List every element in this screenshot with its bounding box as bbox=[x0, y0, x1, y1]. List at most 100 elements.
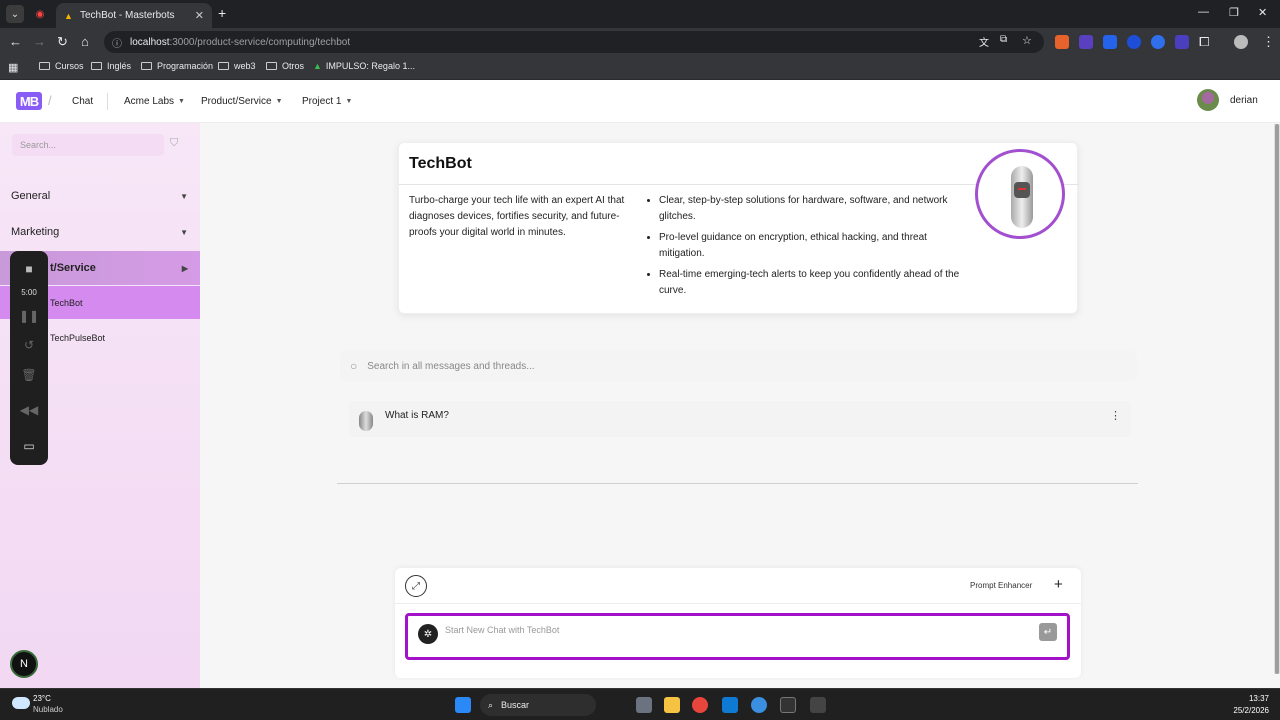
scrollbar-thumb[interactable] bbox=[1275, 124, 1279, 674]
add-icon[interactable]: + bbox=[1054, 576, 1063, 593]
tab-search-icon[interactable]: ⌄ bbox=[6, 5, 24, 23]
robot-eye bbox=[1018, 188, 1026, 190]
extension-icon[interactable] bbox=[1151, 35, 1165, 49]
bookmarks-bar: ▦ Cursos Inglés Programación web3 Otros … bbox=[0, 56, 1280, 80]
cloud-icon[interactable] bbox=[12, 697, 30, 709]
weather-condition[interactable]: Nublado bbox=[33, 705, 63, 714]
browser-tab[interactable]: ▲ TechBot - Masterbots ✕ bbox=[56, 3, 212, 28]
chat-composer: ⤢ Prompt Enhancer + ✲ Start New Chat wit… bbox=[395, 568, 1081, 678]
task-view-icon[interactable] bbox=[636, 697, 652, 713]
clock-date[interactable]: 25/2/2026 bbox=[1220, 706, 1269, 715]
model-icon[interactable]: ✲ bbox=[418, 624, 438, 644]
bookmark-folder[interactable]: Otros bbox=[266, 61, 304, 71]
bookmark-star-icon[interactable]: ☆ bbox=[1022, 34, 1032, 47]
bot-info-card: TechBot Turbo-charge your tech life with… bbox=[398, 142, 1079, 314]
sidebar-search-input[interactable]: Search... bbox=[12, 134, 164, 156]
file-explorer-icon[interactable] bbox=[664, 697, 680, 713]
filter-icon[interactable]: ⛉ bbox=[170, 137, 178, 150]
folder-icon bbox=[266, 62, 277, 70]
app-logo[interactable]: MB bbox=[16, 92, 42, 110]
breadcrumb-separator: / bbox=[48, 93, 52, 108]
vscode-icon[interactable] bbox=[722, 697, 738, 713]
terminal-icon[interactable] bbox=[780, 697, 796, 713]
bot-description: Turbo-charge your tech life with an expe… bbox=[409, 195, 625, 238]
rewind-icon[interactable]: ◀◀ bbox=[20, 401, 38, 419]
site-info-icon[interactable]: ⓘ bbox=[112, 35, 122, 50]
folder-icon bbox=[91, 62, 102, 70]
install-icon[interactable]: ⧉ bbox=[1000, 34, 1007, 45]
restart-icon[interactable]: ↺ bbox=[20, 336, 38, 354]
profile-icon[interactable] bbox=[1234, 35, 1248, 49]
sidebar-section-general[interactable]: General ▼ bbox=[0, 179, 200, 213]
url-path: :3000/product-service/computing/techbot bbox=[169, 36, 351, 48]
thread-menu-icon[interactable]: ⋮ bbox=[1110, 409, 1121, 422]
url-host: localhost bbox=[130, 36, 170, 48]
bookmark-folder[interactable]: Inglés bbox=[91, 61, 131, 71]
chat-link[interactable]: Chat bbox=[72, 96, 93, 107]
avatar[interactable] bbox=[1197, 89, 1219, 111]
app-icon[interactable] bbox=[810, 697, 826, 713]
category-dropdown[interactable]: Product/Service ▼ bbox=[201, 96, 283, 107]
username[interactable]: derian bbox=[1230, 95, 1258, 106]
section-label: Marketing bbox=[11, 226, 60, 238]
record-icon[interactable]: ◉ bbox=[31, 5, 49, 23]
apps-grid-icon[interactable]: ▦ bbox=[8, 61, 18, 74]
org-label: Acme Labs bbox=[124, 96, 175, 107]
extension-icon[interactable] bbox=[1175, 35, 1189, 49]
pause-icon[interactable]: ❚❚ bbox=[19, 307, 39, 325]
sidebar-section-marketing[interactable]: Marketing ▼ bbox=[0, 215, 200, 249]
bookmark-link[interactable]: ▲ IMPULSO: Regalo 1... bbox=[313, 61, 415, 71]
message-search-input[interactable]: ○ Search in all messages and threads... bbox=[340, 351, 1137, 381]
translate-icon[interactable]: 文 bbox=[979, 34, 989, 49]
stop-icon[interactable]: ■ bbox=[20, 260, 38, 278]
close-tab-icon[interactable]: ✕ bbox=[195, 9, 204, 22]
browser-menu-icon[interactable]: ⋮ bbox=[1262, 34, 1275, 50]
prompt-enhancer-toggle[interactable]: Prompt Enhancer bbox=[970, 581, 1032, 590]
bookmark-folder[interactable]: web3 bbox=[218, 61, 256, 71]
forward-icon[interactable]: → bbox=[33, 34, 46, 49]
maximize-icon[interactable]: ❐ bbox=[1229, 6, 1239, 19]
delete-icon[interactable]: 🗑 bbox=[20, 366, 38, 384]
minimize-icon[interactable]: — bbox=[1198, 6, 1209, 18]
thread-item[interactable]: What is RAM? ⋮ bbox=[349, 401, 1131, 437]
chrome-icon[interactable] bbox=[692, 697, 708, 713]
recording-timer: 5:00 bbox=[21, 288, 37, 297]
taskbar-search-label: Buscar bbox=[501, 700, 530, 710]
clock-time[interactable]: 13:37 bbox=[1229, 694, 1269, 703]
back-icon[interactable]: ← bbox=[9, 34, 22, 49]
extensions-puzzle-icon[interactable]: ⧠ bbox=[1199, 34, 1209, 50]
reload-icon[interactable]: ↻ bbox=[57, 34, 68, 50]
org-dropdown[interactable]: Acme Labs ▼ bbox=[124, 96, 185, 107]
search-icon: ⌕ bbox=[488, 699, 494, 710]
nextjs-devtools-button[interactable]: N bbox=[10, 650, 38, 678]
bot-title: TechBot bbox=[409, 155, 472, 172]
send-icon[interactable]: ↵ bbox=[1039, 623, 1057, 641]
close-window-icon[interactable]: ✕ bbox=[1258, 6, 1267, 19]
feature-item: Real-time emerging-tech alerts to keep y… bbox=[659, 267, 964, 299]
url-field[interactable]: ⓘ localhost :3000/product-service/comput… bbox=[104, 31, 1044, 53]
chat-input[interactable]: ✲ Start New Chat with TechBot ↵ bbox=[405, 613, 1070, 660]
chevron-down-icon: ▼ bbox=[275, 98, 283, 105]
bookmark-label: Inglés bbox=[107, 61, 132, 71]
extension-icon[interactable] bbox=[1079, 35, 1093, 49]
section-label: t/Service bbox=[50, 262, 96, 274]
folder-icon bbox=[39, 62, 50, 70]
windows-start-icon[interactable] bbox=[455, 697, 471, 713]
project-label: Project 1 bbox=[302, 96, 342, 107]
taskbar-search[interactable]: ⌕ Buscar bbox=[480, 694, 596, 716]
temperature[interactable]: 23°C bbox=[33, 694, 51, 703]
camera-icon[interactable]: ▭ bbox=[20, 437, 38, 455]
extension-fox-icon[interactable] bbox=[1055, 35, 1069, 49]
extension-icon[interactable] bbox=[1103, 35, 1117, 49]
folder-icon bbox=[141, 62, 152, 70]
bookmark-folder[interactable]: Cursos bbox=[39, 61, 84, 71]
chat-input-placeholder: Start New Chat with TechBot bbox=[445, 625, 560, 635]
chevron-down-icon: ▼ bbox=[178, 98, 185, 105]
new-tab-icon[interactable]: + bbox=[218, 5, 226, 21]
home-icon[interactable]: ⌂ bbox=[81, 34, 89, 49]
extension-icon[interactable] bbox=[1127, 35, 1141, 49]
app-icon[interactable] bbox=[751, 697, 767, 713]
project-dropdown[interactable]: Project 1 ▼ bbox=[302, 96, 352, 107]
bookmark-folder[interactable]: Programación bbox=[141, 61, 213, 71]
attach-file-icon[interactable]: ⤢ bbox=[405, 575, 427, 597]
